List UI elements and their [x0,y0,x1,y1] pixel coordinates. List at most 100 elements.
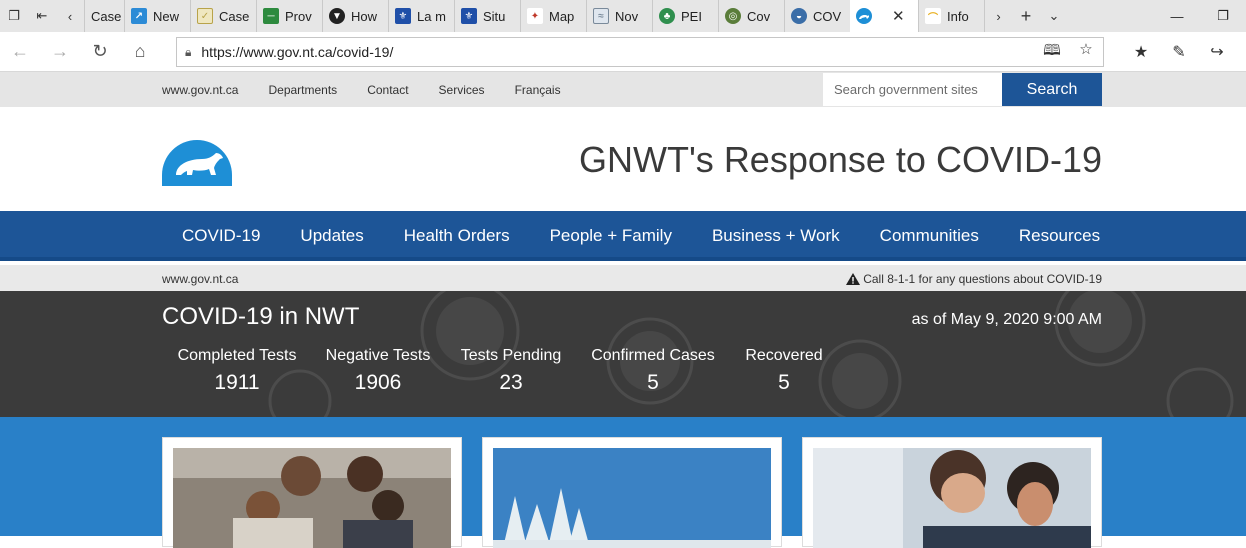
restore-icon[interactable]: ❐ [1200,0,1246,32]
browser-tab[interactable]: ✦ Map [520,0,586,32]
chevron-down-icon[interactable]: ⌄ [1040,0,1068,32]
breadcrumb-home[interactable]: www.gov.nt.ca [162,272,238,286]
feature-card[interactable] [802,437,1102,548]
nav-item-covid-19[interactable]: COVID-19 [162,226,280,246]
stat-recovered: Recovered 5 [744,347,824,395]
gnwt-bear-favicon-icon [856,8,872,24]
tab-label: Case [91,8,122,24]
browser-tab-active[interactable]: ✕ [850,0,918,32]
site-search-input[interactable] [823,73,1003,106]
favorites-list-icon[interactable]: ★ [1122,32,1160,72]
browser-tab[interactable]: ⚜ Situ [454,0,520,32]
favorite-star-icon[interactable]: ☆ [1069,40,1103,65]
reading-view-icon[interactable]: 🕮︎ [1035,40,1069,65]
feature-cards-section [0,417,1246,548]
nav-item-resources[interactable]: Resources [999,226,1120,246]
browser-tab[interactable]: ▼ How [322,0,388,32]
winter-trees-photo [493,448,771,548]
parent-child-photo [813,448,1091,548]
scroll-tabs-right-icon[interactable]: › [984,0,1012,32]
tab-label: Prov [285,8,312,24]
browser-tab[interactable]: ⚜ La m [388,0,454,32]
tab-label: Case [219,8,250,24]
fleur-de-lis-icon: ⚜ [395,8,411,24]
site-header: GNWT's Response to COVID-19 [0,107,1246,211]
stat-label: Confirmed Cases [591,347,715,364]
stat-value: 1906 [354,371,402,394]
page-title: GNWT's Response to COVID-19 [578,139,1102,180]
browser-tab[interactable]: ↗ New [124,0,190,32]
tab-label: La m [417,8,446,24]
set-tabs-aside-icon[interactable]: ⇤ [28,0,56,32]
tab-label: Info [947,8,969,24]
browser-tab[interactable]: Case [84,0,124,32]
stat-tests-pending: Tests Pending 23 [460,347,562,395]
nav-item-business-work[interactable]: Business + Work [692,226,860,246]
gnwt-polar-bear-logo[interactable] [162,131,232,189]
nav-item-communities[interactable]: Communities [860,226,999,246]
nav-item-people-family[interactable]: People + Family [530,226,692,246]
search-button[interactable]: Search [1002,73,1102,106]
stat-negative-tests: Negative Tests 1906 [325,347,431,395]
tab-label: Nov [615,8,639,24]
stats-title: COVID-19 in NWT [162,303,360,330]
window-controls: — ❐ [1154,0,1246,32]
tab-favicon-icon: ✓ [197,8,213,24]
stat-completed-tests: Completed Tests 1911 [177,347,297,395]
tab-label: How [351,8,378,24]
stat-confirmed-cases: Confirmed Cases 5 [591,347,715,395]
pen-icon[interactable]: ✎ [1160,32,1198,72]
refresh-icon[interactable]: ↻ [80,32,120,72]
browser-tab[interactable]: ◎ Cov [718,0,784,32]
tab-label: New [153,8,180,24]
tab-favicon-icon: ✦ [527,8,543,24]
stat-value: 23 [499,371,523,394]
url-text: https://www.gov.nt.ca/covid-19/ [201,44,394,60]
home-icon[interactable]: ⌂ [120,32,160,72]
tab-favicon-icon: ◒ [791,8,807,24]
forward-icon[interactable]: → [40,32,80,72]
notice-text: Call 8-1-1 for any questions about COVID… [863,272,1102,286]
new-tab-icon[interactable]: + [1012,0,1040,32]
browser-tab[interactable]: ≈ Nov [586,0,652,32]
globe-icon: ◎ [725,8,741,24]
stat-label: Negative Tests [325,347,431,364]
scroll-tabs-left-icon[interactable]: ‹ [56,0,84,32]
tab-favicon-icon: ⌒ [925,8,941,24]
phone-notice: Call 8-1-1 for any questions about COVID… [846,272,1102,286]
breadcrumb: www.gov.nt.ca Call 8-1-1 for any questio… [0,265,1246,291]
covid-stats-panel: COVID-19 in NWT as of May 9, 2020 9:00 A… [0,291,1246,417]
browser-tab[interactable]: ◒ COV [784,0,850,32]
close-tab-icon[interactable]: ✕ [892,7,905,25]
feature-card[interactable] [482,437,782,548]
tab-label: Cov [747,8,771,24]
stat-value: 5 [778,371,790,394]
util-link-services[interactable]: Services [439,83,485,97]
nav-item-health-orders[interactable]: Health Orders [384,226,530,246]
browser-tab[interactable]: ✓ Case [190,0,256,32]
url-field[interactable]: 🔒︎ https://www.gov.nt.ca/covid-19/ 🕮︎ ☆ [176,37,1104,67]
tab-label: Map [549,8,575,24]
nav-item-updates[interactable]: Updates [280,226,383,246]
tab-favicon-icon: ▼ [329,8,345,24]
util-link-francais[interactable]: Français [515,83,561,97]
tab-favicon-icon: ≈ [593,8,609,24]
lock-icon: 🔒︎ [185,44,192,59]
minimize-icon[interactable]: — [1154,0,1200,32]
util-link-home[interactable]: www.gov.nt.ca [162,83,238,97]
tab-actions-icon[interactable]: ❐ [0,0,28,32]
browser-tab[interactable]: ♣ PEI [652,0,718,32]
stats-date: as of May 9, 2020 9:00 AM [911,311,1102,328]
tab-label: PEI [681,8,702,24]
browser-tab[interactable]: ⌒ Info [918,0,984,32]
stat-label: Tests Pending [460,347,562,364]
util-link-departments[interactable]: Departments [268,83,337,97]
util-link-contact[interactable]: Contact [367,83,408,97]
tab-favicon-icon: ─ [263,8,279,24]
tab-label: COV [813,8,842,24]
share-icon[interactable]: ↪ [1198,32,1236,72]
tab-label: Situ [483,8,506,24]
browser-tab[interactable]: ─ Prov [256,0,322,32]
back-icon[interactable]: ← [0,32,40,72]
feature-card[interactable] [162,437,462,548]
